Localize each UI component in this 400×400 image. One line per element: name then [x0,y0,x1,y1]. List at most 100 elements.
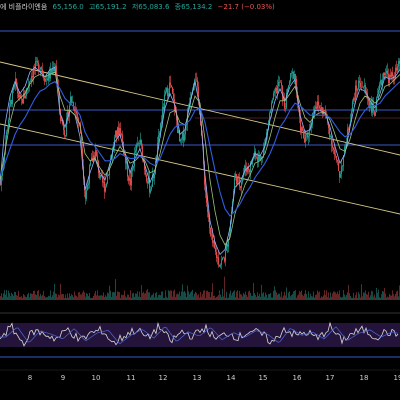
volume-bar [238,297,239,300]
candle-body [74,108,75,112]
candle-body [163,106,164,110]
volume-bar [113,291,114,300]
candle-body [166,87,167,92]
x-tick-label: 8 [28,374,32,382]
volume-bar [217,296,218,300]
volume-bar [128,294,129,300]
high-value: 고65,191.2 [88,3,127,11]
volume-bar [225,297,226,300]
candle-body [279,81,280,83]
candle-body [14,84,15,88]
candle-body [88,183,89,185]
volume-bar [232,292,233,300]
volume-bar [164,297,165,300]
candle-body [86,190,87,199]
volume-bar [171,290,172,300]
volume-bar [341,297,342,300]
volume-bar [93,295,94,300]
volume-bar [316,294,317,300]
volume-bar [136,293,137,300]
candle-body [360,82,361,88]
candle-body [345,146,346,148]
volume-bar [74,291,75,300]
x-tick-label: 19 [394,374,400,382]
volume-bar [101,295,102,300]
candle-body [256,157,257,158]
volume-bar [157,297,158,300]
candle-body [339,171,340,178]
volume-bar [76,295,77,300]
volume-bar [397,290,398,300]
volume-bar [82,292,83,300]
volume-bar [72,295,73,300]
volume-bar [230,290,231,300]
volume-bar [58,294,59,300]
volume-bar [199,297,200,300]
candle-body [359,80,360,83]
volume-bar [333,291,334,300]
volume-bar [240,293,241,300]
candle-body [170,82,171,86]
volume-bar [271,297,272,300]
candle-body [87,184,88,191]
volume-bar [196,292,197,300]
candle-body [274,91,275,93]
candle-body [61,119,62,122]
candle-body [99,173,100,178]
candle-body [151,186,152,190]
candle-body [390,75,391,77]
candle-body [220,264,221,267]
candle-body [140,139,141,144]
candle-body [384,73,385,75]
candle-body [120,128,121,134]
candle-body [132,168,133,171]
volume-bar [70,296,71,300]
candle-body [77,113,78,119]
candle-body [118,127,119,136]
volume-bar [338,293,339,300]
volume-bar [328,292,329,300]
x-tick-label: 12 [159,374,168,382]
candle-body [225,250,226,262]
volume-bar [388,297,389,300]
volume-bar [275,290,276,300]
price-chart[interactable]: 8 9 10 11 12 13 14 15 16 17 18 19 [0,0,400,400]
candle-body [65,135,66,137]
candle-body [96,150,97,156]
volume-bar [289,291,290,300]
volume-bar [190,292,191,300]
volume-bar [127,294,128,300]
volume-bar [377,292,378,300]
candle-body [115,130,116,138]
candle-body [48,71,49,81]
volume-bar [36,294,37,300]
volume-bar [51,296,52,300]
volume-bar [80,294,81,300]
candle-body [273,92,274,100]
candle-body [216,251,217,258]
volume-bar [13,295,14,300]
candle-body [270,110,271,114]
candle-body [169,82,170,94]
volume-bar [191,291,192,300]
volume-bar [375,297,376,300]
volume-bar [95,290,96,300]
volume-bar [188,291,189,300]
candle-body [277,85,278,94]
volume-bar [54,283,55,300]
volume-bar [227,297,228,300]
volume-bar [85,296,86,300]
volume-bar [90,297,91,300]
volume-bar [37,290,38,300]
volume-bar [50,290,51,300]
candle-body [37,61,38,63]
volume-bar [234,290,235,300]
volume-bar [386,297,387,300]
volume-bar [344,294,345,300]
candle-body [318,101,319,106]
volume-bar [19,296,20,300]
volume-bar [389,293,390,300]
volume-bar [246,294,247,300]
candle-body [197,80,198,87]
volume-bar [380,297,381,300]
